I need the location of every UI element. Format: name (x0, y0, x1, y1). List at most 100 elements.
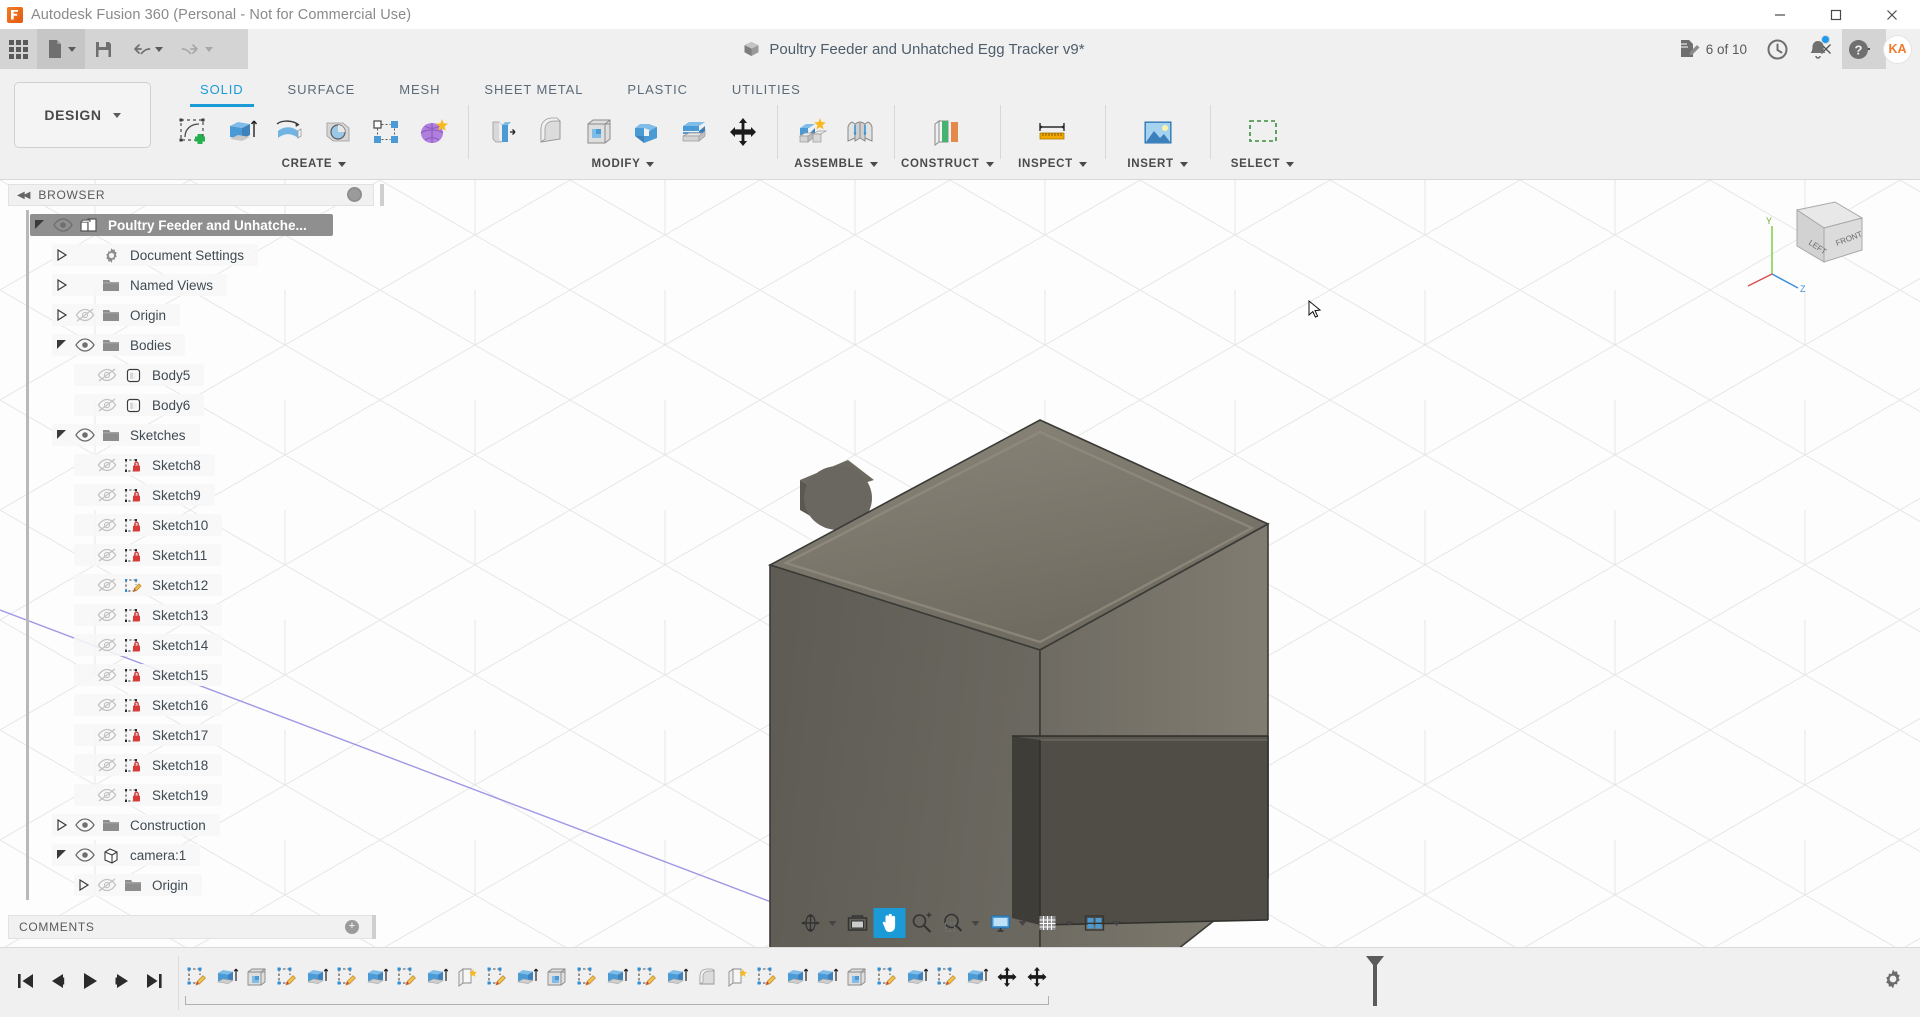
help-button[interactable]: ? (1838, 29, 1879, 69)
timeline-feature-13[interactable] (572, 958, 602, 996)
visibility-off-icon[interactable] (94, 668, 120, 682)
avatar[interactable]: KA (1883, 35, 1912, 64)
chevron-collapsed-icon[interactable] (52, 819, 72, 831)
display-settings-button[interactable] (985, 908, 1032, 938)
collapse-left-icon[interactable]: ◀◀ (17, 190, 28, 201)
tree-item-sketches[interactable]: Sketches (8, 420, 374, 450)
select-window-button[interactable] (1239, 107, 1287, 157)
timeline-feature-14[interactable] (602, 958, 632, 996)
shell-button[interactable] (575, 107, 623, 157)
tab-sheet-metal[interactable]: SHEET METAL (462, 79, 605, 101)
timeline-feature-16[interactable] (662, 958, 692, 996)
chevron-expanded-icon[interactable] (52, 849, 72, 861)
tree-item-bodies[interactable]: Bodies (8, 330, 374, 360)
move-copy-button[interactable] (719, 107, 767, 157)
create-form-button[interactable] (410, 107, 458, 157)
panel-construct-label[interactable]: CONSTRUCT (901, 158, 994, 170)
timeline-feature-15[interactable] (632, 958, 662, 996)
timeline-feature-22[interactable] (842, 958, 872, 996)
maximize-button[interactable] (1808, 0, 1864, 29)
panel-assemble-label[interactable]: ASSEMBLE (794, 158, 878, 170)
add-comment-icon[interactable]: + (345, 920, 359, 934)
tab-plastic[interactable]: PLASTIC (605, 79, 709, 101)
minimize-button[interactable] (1752, 0, 1808, 29)
step-back-button[interactable] (42, 964, 74, 998)
tree-item-camera-1[interactable]: camera:1 (8, 840, 374, 870)
timeline-feature-17[interactable] (692, 958, 722, 996)
timeline-feature-4[interactable] (302, 958, 332, 996)
visibility-off-icon[interactable] (72, 308, 98, 322)
chevron-collapsed-icon[interactable] (52, 309, 72, 321)
timeline-feature-27[interactable] (992, 958, 1022, 996)
tree-item-sketch15[interactable]: Sketch15 (8, 660, 374, 690)
combine-button[interactable] (623, 107, 671, 157)
tree-item-sketch11[interactable]: Sketch11 (8, 540, 374, 570)
chevron-collapsed-icon[interactable] (74, 879, 94, 891)
redo-button[interactable] (172, 29, 222, 69)
visibility-on-icon[interactable] (72, 428, 98, 442)
tree-item-origin[interactable]: Origin (8, 300, 374, 330)
tree-item-sketch13[interactable]: Sketch13 (8, 600, 374, 630)
timeline-feature-9[interactable] (452, 958, 482, 996)
timeline-feature-11[interactable] (512, 958, 542, 996)
tree-item-sketch12[interactable]: Sketch12 (8, 570, 374, 600)
visibility-off-icon[interactable] (94, 608, 120, 622)
go-to-beginning-button[interactable] (10, 964, 42, 998)
browser-resize-handle[interactable] (380, 184, 384, 206)
document-tab[interactable]: Poultry Feeder and Unhatched Egg Tracker… (248, 29, 1580, 69)
tree-item-sketch17[interactable]: Sketch17 (8, 720, 374, 750)
comments-panel[interactable]: COMMENTS + (8, 915, 374, 939)
panel-inspect-label[interactable]: INSPECT (1018, 158, 1087, 170)
tree-item-sketch16[interactable]: Sketch16 (8, 690, 374, 720)
new-component-button[interactable] (788, 107, 836, 157)
tree-item-sketch10[interactable]: Sketch10 (8, 510, 374, 540)
visibility-on-icon[interactable] (72, 848, 98, 862)
history-button[interactable] (1757, 29, 1798, 69)
job-status-button[interactable]: 6 of 10 (1668, 29, 1757, 69)
tree-item-named-views[interactable]: Named Views (8, 270, 374, 300)
timeline-feature-3[interactable] (272, 958, 302, 996)
browser-header[interactable]: ◀◀ BROWSER (8, 184, 374, 206)
design-canvas[interactable]: ◀◀ BROWSER Poultry Feeder and Unhatche..… (0, 180, 1920, 947)
zoom-button[interactable] (906, 908, 938, 938)
measure-button[interactable] (1029, 107, 1077, 157)
chevron-collapsed-icon[interactable] (52, 249, 72, 261)
tree-item-sketch18[interactable]: Sketch18 (8, 750, 374, 780)
sweep-button[interactable] (314, 107, 362, 157)
visibility-on-icon[interactable] (72, 338, 98, 352)
split-face-button[interactable] (671, 107, 719, 157)
chevron-expanded-icon[interactable] (52, 339, 72, 351)
app-grid-icon[interactable] (0, 29, 37, 69)
timeline-feature-7[interactable] (392, 958, 422, 996)
revolve-button[interactable] (266, 107, 314, 157)
timeline-feature-2[interactable] (242, 958, 272, 996)
orbit-button[interactable] (795, 908, 842, 938)
fit-button[interactable] (938, 908, 985, 938)
visibility-off-icon[interactable] (94, 518, 120, 532)
timeline-feature-25[interactable] (932, 958, 962, 996)
press-pull-button[interactable] (479, 107, 527, 157)
tab-utilities[interactable]: UTILITIES (710, 79, 823, 101)
panel-insert-label[interactable]: INSERT (1127, 158, 1187, 170)
visibility-off-icon[interactable] (94, 368, 120, 382)
offset-plane-button[interactable] (923, 107, 971, 157)
chevron-expanded-icon[interactable] (52, 429, 72, 441)
fillet-button[interactable] (527, 107, 575, 157)
joint-button[interactable] (836, 107, 884, 157)
timeline-feature-24[interactable] (902, 958, 932, 996)
save-button[interactable] (85, 29, 122, 69)
tree-item-sketch14[interactable]: Sketch14 (8, 630, 374, 660)
visibility-off-icon[interactable] (94, 458, 120, 472)
view-cube[interactable]: LEFT FRONT Y Z (1742, 188, 1872, 298)
new-file-button[interactable] (37, 29, 85, 69)
tree-item-construction[interactable]: Construction (8, 810, 374, 840)
timeline-feature-18[interactable] (722, 958, 752, 996)
timeline-feature-8[interactable] (422, 958, 452, 996)
visibility-off-icon[interactable] (94, 788, 120, 802)
tab-mesh[interactable]: MESH (377, 79, 462, 101)
timeline-feature-20[interactable] (782, 958, 812, 996)
close-button[interactable] (1864, 0, 1920, 29)
visibility-off-icon[interactable] (94, 398, 120, 412)
tab-solid[interactable]: SOLID (178, 79, 266, 101)
visibility-off-icon[interactable] (94, 578, 120, 592)
